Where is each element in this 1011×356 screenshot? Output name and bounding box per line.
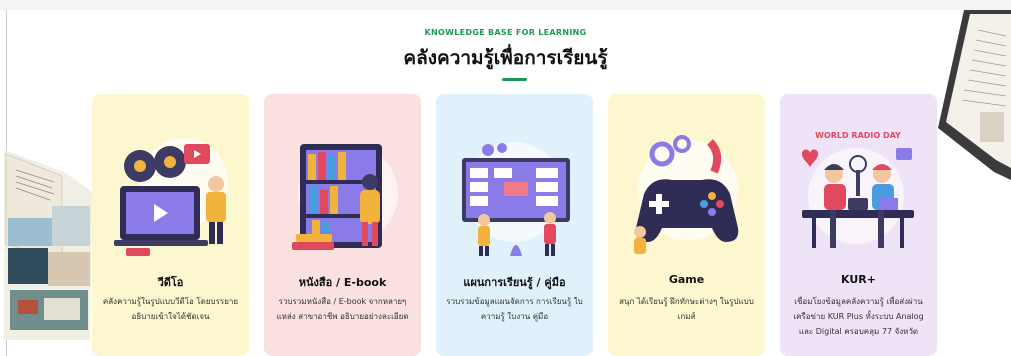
section-title: คลังความรู้เพื่อการเรียนรู้ — [403, 47, 608, 69]
card-title: วีดีโอ — [157, 276, 184, 289]
radio-day-label: WORLD RADIO DAY — [815, 131, 901, 140]
card-description-line: เชื่อมโยงข้อมูลคลังความรู้ เพื่อส่งผ่าน — [794, 297, 923, 306]
video-illustration-icon — [106, 124, 235, 264]
card-title: แผนการเรียนรู้ / คู่มือ — [463, 276, 566, 289]
card-description-line: ความรู้ ใบงาน คู่มือ — [480, 312, 549, 321]
card-description-line: อธิบายเข้าใจได้ชัดเจน — [131, 312, 210, 321]
card-description-line: รวบรวมข้อมูลแผนจัดการ การเรียนรู้ ใบ — [446, 297, 583, 306]
card-title: KUR+ — [841, 273, 876, 286]
planning-board-illustration-icon — [450, 124, 579, 264]
radio-studio-illustration-icon: WORLD RADIO DAY — [794, 124, 923, 264]
card-description-line: เกมส์ — [677, 312, 696, 321]
section-eyebrow: KNOWLEDGE BASE FOR LEARNING — [424, 28, 587, 37]
card-description-line: รวบรวมหนังสือ / E-book จากหลายๆ — [278, 297, 407, 306]
card-title: Game — [668, 273, 705, 286]
card-description: รวบรวมข้อมูลแผนจัดการ การเรียนรู้ ใบ ควา… — [446, 294, 583, 324]
card-game[interactable]: Game สนุก ได้เรียนรู้ ฝึกทักษะต่างๆ ในรู… — [608, 94, 765, 356]
card-description-line: สนุก ได้เรียนรู้ ฝึกทักษะต่างๆ ในรูปแบบ — [619, 297, 754, 306]
card-description: คลังความรู้ในรูปแบบวีดีโอ โดยบรรยาย อธิบ… — [102, 294, 239, 324]
card-learning-plan[interactable]: แผนการเรียนรู้ / คู่มือ รวบรวมข้อมูลแผนจ… — [436, 94, 593, 356]
card-kur-plus[interactable]: WORLD RADIO DAY KUR+ เชื่อมโยงข้อมูลคลัง… — [780, 94, 937, 356]
top-strip — [0, 0, 1011, 10]
card-description: เชื่อมโยงข้อมูลคลังความรู้ เพื่อส่งผ่าน … — [790, 294, 927, 339]
card-description-line: แหล่ง สาขาอาชีพ อธิบายอย่างละเอียด — [276, 312, 409, 321]
card-description-line: และ Digital ครอบคลุม 77 จังหวัด — [798, 327, 919, 336]
card-description-line: เครือข่าย KUR Plus ทั้งระบบ Analog — [793, 312, 924, 321]
title-underline — [502, 78, 527, 81]
card-video[interactable]: วีดีโอ คลังความรู้ในรูปแบบวีดีโอ โดยบรรย… — [92, 94, 249, 356]
card-description: สนุก ได้เรียนรู้ ฝึกทักษะต่างๆ ในรูปแบบ … — [618, 294, 755, 324]
card-description: รวบรวมหนังสือ / E-book จากหลายๆ แหล่ง สา… — [274, 294, 411, 324]
gamepad-illustration-icon — [622, 124, 751, 264]
open-book-left-image — [4, 140, 96, 340]
card-ebook[interactable]: หนังสือ / E-book รวบรวมหนังสือ / E-book … — [264, 94, 421, 356]
knowledge-base-section: KNOWLEDGE BASE FOR LEARNING คลังความรู้เ… — [0, 0, 1011, 356]
books-illustration-icon — [278, 124, 407, 264]
card-description-line: คลังความรู้ในรูปแบบวีดีโอ โดยบรรยาย — [102, 297, 239, 306]
card-title: หนังสือ / E-book — [298, 276, 387, 289]
